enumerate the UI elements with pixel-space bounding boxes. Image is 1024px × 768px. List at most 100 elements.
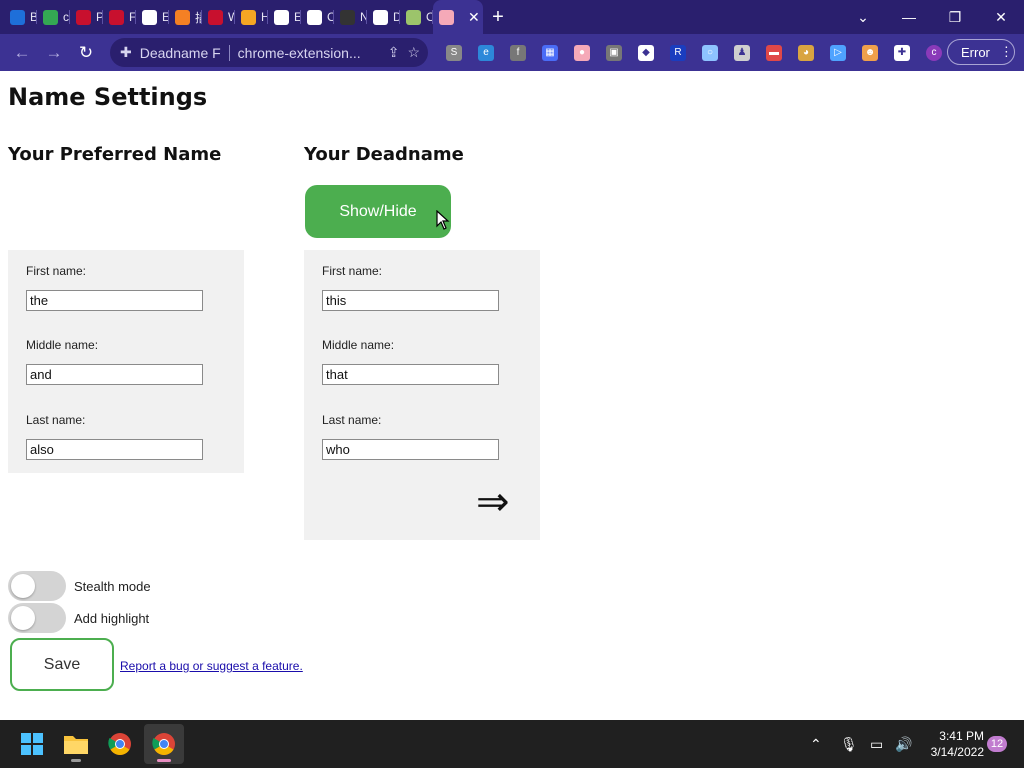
plus-circle-icon	[307, 9, 322, 25]
play-extension-icon: ▷	[830, 44, 846, 61]
link-extension-icon: ○	[702, 44, 718, 61]
grid-extension-icon: ▦	[542, 44, 558, 61]
tab-6[interactable]: W	[202, 0, 235, 34]
menu-icon[interactable]: ⋮	[1000, 44, 1013, 60]
start-button[interactable]	[12, 724, 52, 764]
tab-7[interactable]: Ho	[235, 0, 268, 34]
chrome-taskbar-button[interactable]	[100, 724, 140, 764]
tab-1[interactable]: chi	[37, 0, 70, 34]
add-highlight-toggle[interactable]	[8, 603, 66, 633]
picture-extension-button[interactable]: ▣	[598, 38, 630, 67]
preferred-name-heading: Your Preferred Name	[8, 144, 222, 165]
edge-button[interactable]: e	[470, 38, 502, 67]
trans-flag-icon	[439, 9, 454, 25]
s-extension-button[interactable]: S	[438, 38, 470, 67]
docs-icon	[373, 9, 388, 25]
tab-10[interactable]: Ne	[334, 0, 367, 34]
bing-icon	[10, 9, 25, 25]
microphone-icon[interactable]: 🎙	[840, 720, 858, 768]
tab-3[interactable]: Fo	[103, 0, 136, 34]
tab-title: Fo	[129, 10, 136, 24]
forward-button[interactable]: →	[38, 37, 70, 69]
tab-title: Ho	[261, 10, 268, 24]
clock[interactable]: 3:41 PM 3/14/2022	[918, 728, 984, 760]
file-explorer-button[interactable]	[56, 724, 96, 764]
tab-8[interactable]: Ext	[268, 0, 301, 34]
report-bug-link[interactable]: Report a bug or suggest a feature.	[120, 659, 303, 673]
error-button[interactable]: Error ⋮	[947, 39, 1015, 65]
bookmark-star-icon[interactable]: ☆	[407, 44, 420, 61]
red-box-extension-button[interactable]: ▬	[758, 38, 790, 67]
toggle-knob	[11, 606, 35, 630]
tab-12[interactable]: Op	[400, 0, 433, 34]
save-button[interactable]: Save	[10, 638, 114, 691]
close-tab-icon[interactable]: ✕	[468, 9, 480, 26]
extension-store-icon	[76, 9, 91, 25]
tab-4[interactable]: Ext	[136, 0, 169, 34]
preferred-first-name-input[interactable]	[26, 290, 203, 311]
profile-avatar-button[interactable]: c	[918, 38, 950, 67]
face-extension-button[interactable]: ☻	[854, 38, 886, 67]
preferred-name-panel: First name: Middle name: Last name:	[8, 250, 244, 473]
reload-button[interactable]: ↻	[70, 37, 102, 69]
add-highlight-label: Add highlight	[74, 610, 150, 626]
puzzle-extensions-icon: ✚	[894, 44, 910, 61]
tab-list: Bir chi Po Fo Ext 插 W Ho Ext Ch Ne Dc Op ✕	[4, 0, 483, 34]
tag-extension-button[interactable]: ◆	[630, 38, 662, 67]
deadname-panel: First name: Middle name: Last name: ⇒	[304, 250, 540, 540]
page-title: Name Settings	[8, 83, 208, 111]
tab-search-button[interactable]: ⌄	[840, 0, 886, 34]
tag-extension-icon: ◆	[638, 44, 654, 61]
puzzle-extensions-button[interactable]: ✚	[886, 38, 918, 67]
url-text: chrome-extension...	[237, 44, 361, 61]
windows-taskbar: ⌃ 🎙 ▭ 🔊 3:41 PM 3/14/2022	[0, 720, 1024, 768]
share-icon[interactable]: ⇪	[388, 44, 400, 61]
r-extension-button[interactable]: R	[662, 38, 694, 67]
dark-page-icon	[340, 9, 355, 25]
new-tab-button[interactable]: +	[483, 0, 513, 34]
tab-title: 插	[195, 10, 202, 25]
preferred-last-name-input[interactable]	[26, 439, 203, 460]
tab-2[interactable]: Po	[70, 0, 103, 34]
chrome-active-taskbar-button[interactable]	[144, 724, 184, 764]
address-bar[interactable]: ✚ Deadname F chrome-extension... ⇪ ☆	[110, 38, 428, 67]
play-extension-button[interactable]: ▷	[822, 38, 854, 67]
s-extension-icon: S	[446, 44, 462, 61]
tab-0[interactable]: Bir	[4, 0, 37, 34]
page-title-chip: Deadname F	[139, 44, 221, 61]
back-button[interactable]: ←	[6, 37, 38, 69]
tab-title: Bir	[30, 10, 37, 24]
stamp-extension-button[interactable]: ♟	[726, 38, 758, 67]
show-hide-button[interactable]: Show/Hide	[305, 185, 451, 238]
notification-badge[interactable]: 12	[987, 736, 1007, 752]
deadname-last-name-input[interactable]	[322, 439, 499, 460]
tab-11[interactable]: Dc	[367, 0, 400, 34]
running-indicator	[71, 759, 81, 762]
tab-13[interactable]: ✕	[433, 0, 483, 34]
minimize-button[interactable]: —	[886, 0, 932, 34]
tab-title: Ch	[327, 10, 334, 24]
clock-time: 3:41 PM	[939, 729, 984, 743]
edge-icon: e	[478, 44, 494, 61]
tray-overflow-icon[interactable]: ⌃	[810, 720, 822, 768]
home-icon	[241, 9, 256, 25]
restore-button[interactable]: ❐	[932, 0, 978, 34]
tab-9[interactable]: Ch	[301, 0, 334, 34]
folder-icon	[64, 736, 88, 754]
error-label: Error	[961, 44, 990, 60]
deadname-middle-name-input[interactable]	[322, 364, 499, 385]
grid-extension-button[interactable]: ▦	[534, 38, 566, 67]
network-icon[interactable]: ▭	[870, 720, 883, 768]
tab-5[interactable]: 插	[169, 0, 202, 34]
face-extension-icon: ☻	[862, 44, 878, 61]
extensions-bar: Se f ▦ ● ▣ ◆ R ○ ♟ ▬ ◕ ▷ ☻ ✚ c	[438, 38, 950, 67]
volume-icon[interactable]: 🔊	[895, 720, 912, 768]
framed-extension-button[interactable]: f	[502, 38, 534, 67]
dog-extension-button[interactable]: ◕	[790, 38, 822, 67]
stealth-mode-toggle[interactable]	[8, 571, 66, 601]
preferred-middle-name-input[interactable]	[26, 364, 203, 385]
deadname-first-name-input[interactable]	[322, 290, 499, 311]
link-extension-button[interactable]: ○	[694, 38, 726, 67]
close-window-button[interactable]: ✕	[978, 0, 1024, 34]
trans-flag-extension-button[interactable]: ●	[566, 38, 598, 67]
